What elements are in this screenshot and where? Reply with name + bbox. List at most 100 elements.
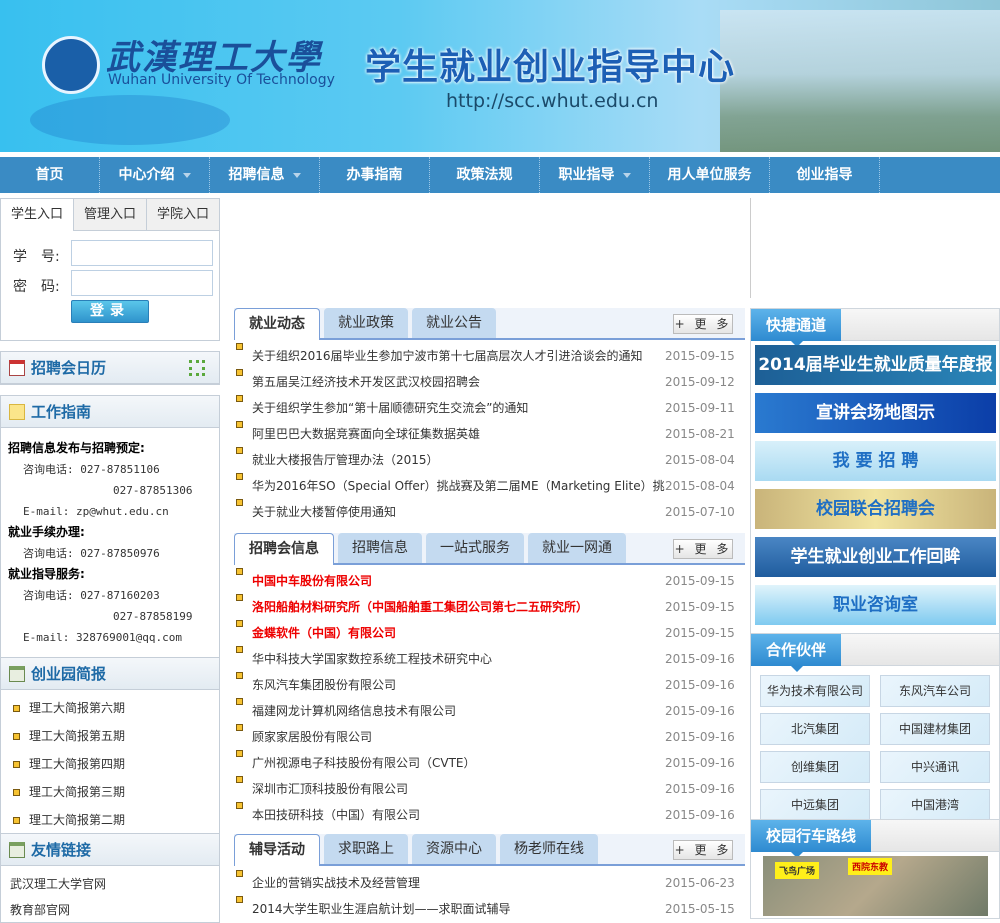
password-input[interactable] <box>71 270 213 296</box>
news-title[interactable]: 就业大楼报告厅管理办法（2015） <box>252 447 665 473</box>
tab-fairs[interactable]: 招聘信息 <box>338 533 422 563</box>
quick-link-banner[interactable]: 我 要 招 聘 <box>755 441 996 481</box>
fairs-more-button[interactable]: + 更 多 <box>673 539 733 559</box>
news-row[interactable]: 广州视源电子科技股份有限公司（CVTE） 2015-09-16 <box>234 750 745 776</box>
news-title[interactable]: 企业的营销实战技术及经营管理 <box>252 870 665 896</box>
list-item[interactable]: 理工大简报第四期 <box>1 750 219 778</box>
news-title[interactable]: 2014大学生职业生涯启航计划——求职面试辅导 <box>252 896 665 922</box>
news-title[interactable]: 关于组织学生参加“第十届顺德研究生交流会”的通知 <box>252 395 665 421</box>
news-date: 2015-08-21 <box>665 427 735 441</box>
news-title[interactable]: 关于就业大楼暂停使用通知 <box>252 499 665 525</box>
news-row[interactable]: 关于就业大楼暂停使用通知 2015-07-10 <box>234 499 745 525</box>
tab-admin-login[interactable]: 管理入口 <box>73 199 146 231</box>
news-row[interactable]: 企业的营销实战技术及经营管理 2015-06-23 <box>234 870 745 896</box>
tab-news[interactable]: 就业公告 <box>412 308 496 338</box>
quick-link-banner[interactable]: 职业咨询室 <box>755 585 996 625</box>
coaching-more-button[interactable]: + 更 多 <box>673 840 733 860</box>
news-title[interactable]: 第五届吴江经济技术开发区武汉校园招聘会 <box>252 369 665 395</box>
tab-fairs[interactable]: 一站式服务 <box>426 533 524 563</box>
news-row[interactable]: 顾家家居股份有限公司 2015-09-16 <box>234 724 745 750</box>
news-row[interactable]: 深圳市汇顶科技股份有限公司 2015-09-16 <box>234 776 745 802</box>
nav-item[interactable]: 中心介绍 <box>100 157 210 193</box>
news-row[interactable]: 金蝶软件（中国）有限公司 2015-09-15 <box>234 620 745 646</box>
news-title[interactable]: 阿里巴巴大数据竞赛面向全球征集数据英雄 <box>252 421 665 447</box>
partner-button[interactable]: 中国建材集团 <box>880 713 990 745</box>
news-row[interactable]: 关于组织2016届毕业生参加宁波市第十七届高层次人才引进洽谈会的通知 2015-0… <box>234 343 745 369</box>
nav-item[interactable]: 用人单位服务 <box>650 157 770 193</box>
news-date: 2015-09-15 <box>665 574 735 588</box>
news-title[interactable]: 金蝶软件（中国）有限公司 <box>252 620 665 646</box>
news-row[interactable]: 关于组织学生参加“第十届顺德研究生交流会”的通知 2015-09-11 <box>234 395 745 421</box>
news-row[interactable]: 东风汽车集团股份有限公司 2015-09-16 <box>234 672 745 698</box>
tab-news[interactable]: 就业动态 <box>234 308 320 340</box>
partner-button[interactable]: 创维集团 <box>760 751 870 783</box>
quick-link-banner[interactable]: 学生就业创业工作回眸 <box>755 537 996 577</box>
news-row[interactable]: 中国中车股份有限公司 2015-09-15 <box>234 568 745 594</box>
news-row[interactable]: 2014大学生职业生涯启航计划——求职面试辅导 2015-05-15 <box>234 896 745 922</box>
chevron-down-icon <box>622 172 631 178</box>
partner-button[interactable]: 华为技术有限公司 <box>760 675 870 707</box>
nav-item[interactable]: 招聘信息 <box>210 157 320 193</box>
email[interactable]: E-mail: zp@whut.edu.cn <box>8 501 219 522</box>
news-row[interactable]: 本田技研科技（中国）有限公司 2015-09-16 <box>234 802 745 828</box>
calendar-title[interactable]: 招聘会日历 <box>31 359 106 377</box>
tab-fairs[interactable]: 就业一网通 <box>528 533 626 563</box>
news-row[interactable]: 第五届吴江经济技术开发区武汉校园招聘会 2015-09-12 <box>234 369 745 395</box>
tab-coaching[interactable]: 杨老师在线 <box>500 834 598 864</box>
partner-button[interactable]: 北汽集团 <box>760 713 870 745</box>
tab-coaching[interactable]: 资源中心 <box>412 834 496 864</box>
news-title[interactable]: 本田技研科技（中国）有限公司 <box>252 802 665 828</box>
tab-college-login[interactable]: 学院入口 <box>146 199 219 231</box>
news-row[interactable]: 阿里巴巴大数据竞赛面向全球征集数据英雄 2015-08-21 <box>234 421 745 447</box>
news-row[interactable]: 洛阳船舶材料研究所（中国船舶重工集团公司第七二五研究所） 2015-09-15 <box>234 594 745 620</box>
tab-student-login[interactable]: 学生入口 <box>1 199 73 231</box>
partner-button[interactable]: 中国港湾 <box>880 789 990 821</box>
route-map[interactable]: 飞鸟广场 西院东教 <box>763 856 988 916</box>
list-item[interactable]: 理工大简报第六期 <box>1 694 219 722</box>
news-title[interactable]: 中国中车股份有限公司 <box>252 568 665 594</box>
news-date: 2015-09-11 <box>665 401 735 415</box>
nav-item[interactable]: 办事指南 <box>320 157 430 193</box>
map-label: 西院东教 <box>848 858 893 875</box>
nav-item[interactable]: 首页 <box>0 157 100 193</box>
quick-link-banner[interactable]: 宣讲会场地图示 <box>755 393 996 433</box>
news-title[interactable]: 福建网龙计算机网络信息技术有限公司 <box>252 698 665 724</box>
news-more-button[interactable]: + 更 多 <box>673 314 733 334</box>
news-row[interactable]: 就业大楼报告厅管理办法（2015） 2015-08-04 <box>234 447 745 473</box>
tab-news[interactable]: 就业政策 <box>324 308 408 338</box>
partner-button[interactable]: 中远集团 <box>760 789 870 821</box>
news-title[interactable]: 华中科技大学国家数控系统工程技术研究中心 <box>252 646 665 672</box>
link-item[interactable]: 教育部官网 <box>1 897 219 923</box>
news-row[interactable]: 华中科技大学国家数控系统工程技术研究中心 2015-09-16 <box>234 646 745 672</box>
partner-button[interactable]: 东风汽车公司 <box>880 675 990 707</box>
login-button[interactable]: 登录 <box>71 300 149 323</box>
link-item[interactable]: 武汉理工大学官网 <box>1 871 219 897</box>
email[interactable]: E-mail: 328769001@qq.com <box>8 627 219 648</box>
list-item[interactable]: 理工大简报第三期 <box>1 778 219 806</box>
tab-coaching[interactable]: 辅导活动 <box>234 834 320 866</box>
student-id-input[interactable] <box>71 240 213 266</box>
news-title[interactable]: 洛阳船舶材料研究所（中国船舶重工集团公司第七二五研究所） <box>252 594 665 620</box>
nav-item[interactable]: 创业指导 <box>770 157 880 193</box>
news-title[interactable]: 顾家家居股份有限公司 <box>252 724 665 750</box>
quick-link-banner[interactable]: 2014届毕业生就业质量年度报告 <box>755 345 996 415</box>
tab-fairs[interactable]: 招聘会信息 <box>234 533 334 565</box>
news-row[interactable]: 福建网龙计算机网络信息技术有限公司 2015-09-16 <box>234 698 745 724</box>
quick-link-banner[interactable]: 校园联合招聘会 <box>755 489 996 529</box>
nav-item[interactable]: 职业指导 <box>540 157 650 193</box>
news-title[interactable]: 关于组织2016届毕业生参加宁波市第十七届高层次人才引进洽谈会的通知 <box>252 343 665 369</box>
expand-icon[interactable] <box>189 360 205 376</box>
news-title[interactable]: 深圳市汇顶科技股份有限公司 <box>252 776 665 802</box>
news-title[interactable]: 华为2016年SO（Special Offer）挑战赛及第二届ME（Market… <box>252 473 665 499</box>
nav-item[interactable]: 政策法规 <box>430 157 540 193</box>
guide-heading: 就业指导服务: <box>8 567 85 581</box>
nav-item-label: 首页 <box>35 167 64 183</box>
news-row[interactable]: 华为2016年SO（Special Offer）挑战赛及第二届ME（Market… <box>234 473 745 499</box>
bullet-icon <box>236 870 243 877</box>
list-item[interactable]: 理工大简报第五期 <box>1 722 219 750</box>
news-title[interactable]: 东风汽车集团股份有限公司 <box>252 672 665 698</box>
list-item[interactable]: 理工大简报第二期 <box>1 806 219 834</box>
news-title[interactable]: 广州视源电子科技股份有限公司（CVTE） <box>252 750 665 776</box>
tab-coaching[interactable]: 求职路上 <box>324 834 408 864</box>
partner-button[interactable]: 中兴通讯 <box>880 751 990 783</box>
